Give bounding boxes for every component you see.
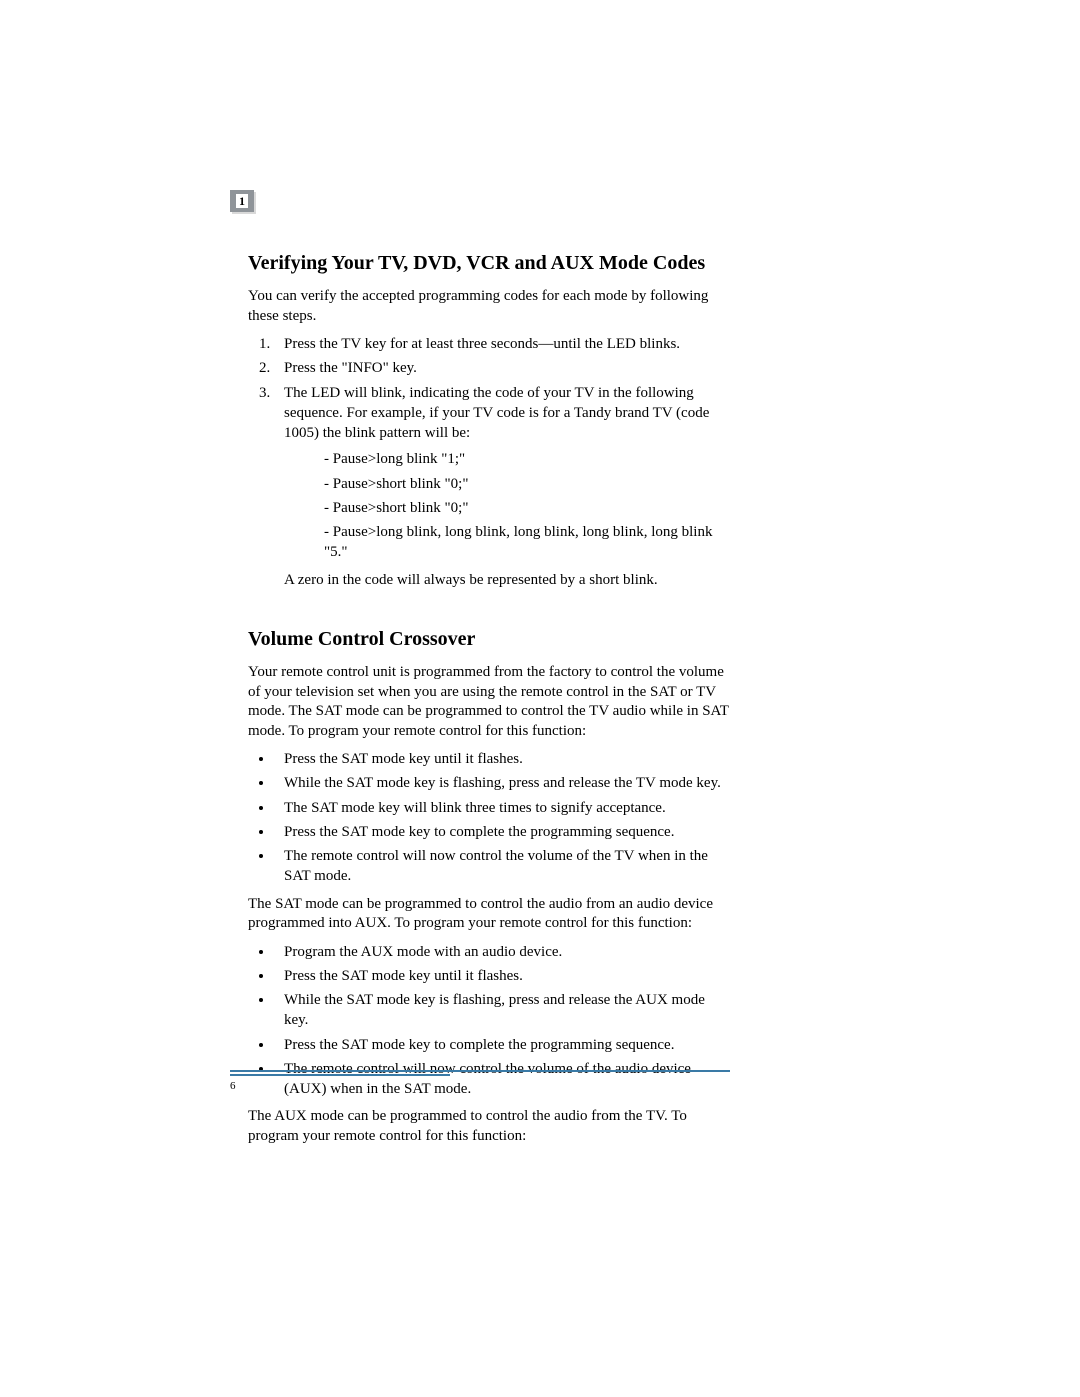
step-item: Press the "INFO" key.	[274, 358, 730, 378]
sub-list: Pause>long blink "1;" Pause>short blink …	[284, 449, 730, 562]
list-item: While the SAT mode key is flashing, pres…	[274, 773, 730, 793]
bullet-list: Press the SAT mode key until it flashes.…	[248, 749, 730, 887]
sub-item: Pause>short blink "0;"	[324, 474, 730, 494]
list-item: While the SAT mode key is flashing, pres…	[274, 990, 730, 1031]
sub-item: Pause>short blink "0;"	[324, 498, 730, 518]
list-item: The SAT mode key will blink three times …	[274, 798, 730, 818]
sub-item: Pause>long blink "1;"	[324, 449, 730, 469]
body-text: The AUX mode can be programmed to contro…	[248, 1107, 730, 1146]
list-item: Press the SAT mode key until it flashes.	[274, 966, 730, 986]
list-item: The remote control will now control the …	[274, 1059, 730, 1100]
chapter-badge: 1	[230, 190, 254, 212]
chapter-number: 1	[239, 194, 245, 209]
body-text: The SAT mode can be programmed to contro…	[248, 895, 730, 934]
page-content: 1 Verifying Your TV, DVD, VCR and AUX Mo…	[230, 190, 730, 1154]
footer-rule	[230, 1070, 730, 1076]
list-item: Press the SAT mode key to complete the p…	[274, 822, 730, 842]
step-item: Press the TV key for at least three seco…	[274, 334, 730, 354]
list-item: Press the SAT mode key to complete the p…	[274, 1035, 730, 1055]
step-text: The LED will blink, indicating the code …	[284, 385, 709, 442]
list-item: Press the SAT mode key until it flashes.	[274, 749, 730, 769]
body-text: A zero in the code will always be repres…	[284, 571, 730, 591]
sub-item: Pause>long blink, long blink, long blink…	[324, 522, 730, 563]
page-number: 6	[230, 1080, 236, 1092]
ordered-steps: Press the TV key for at least three seco…	[248, 334, 730, 563]
section-heading-verify: Verifying Your TV, DVD, VCR and AUX Mode…	[248, 252, 730, 275]
body-text: You can verify the accepted programming …	[248, 287, 730, 326]
body-text: Your remote control unit is programmed f…	[248, 663, 730, 741]
list-item: The remote control will now control the …	[274, 846, 730, 887]
step-item: The LED will blink, indicating the code …	[274, 383, 730, 563]
list-item: Program the AUX mode with an audio devic…	[274, 942, 730, 962]
section-heading-volume: Volume Control Crossover	[248, 628, 730, 651]
